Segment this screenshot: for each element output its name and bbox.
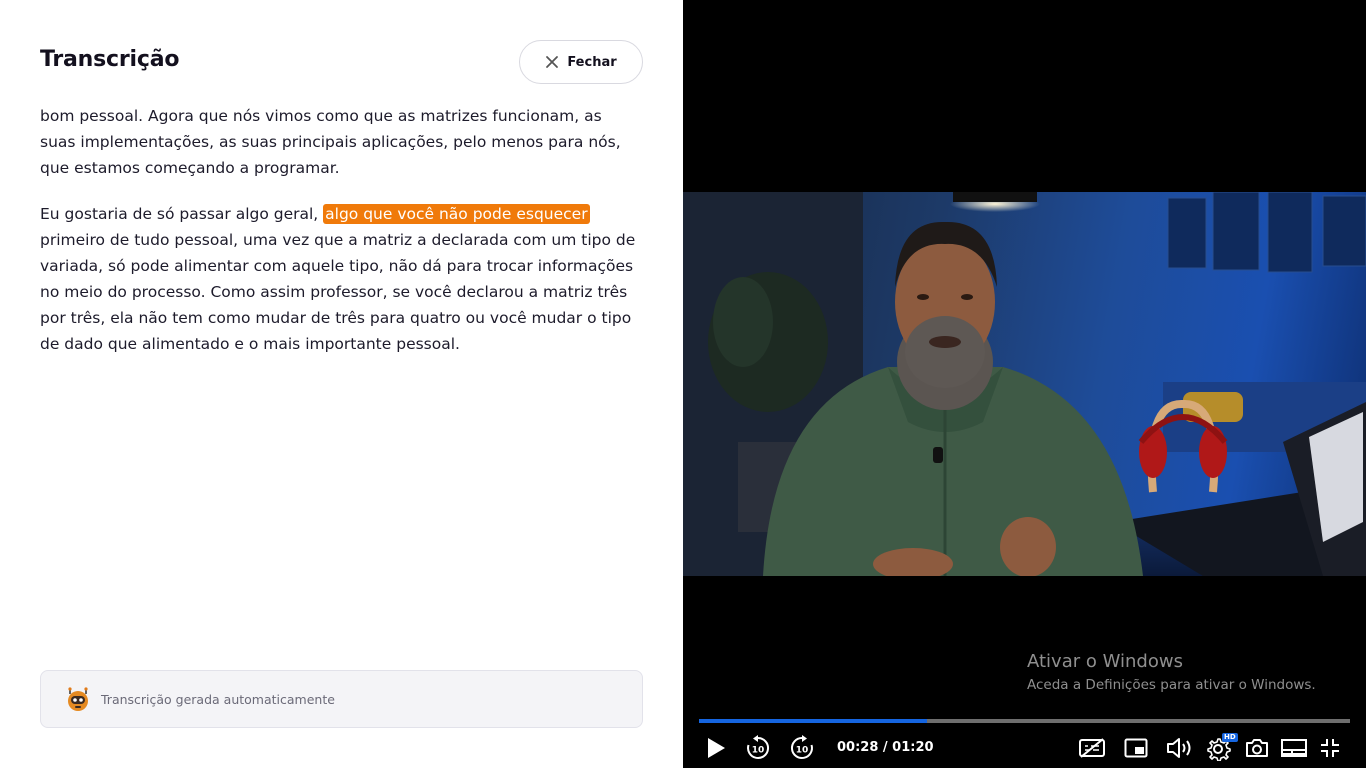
close-button[interactable]: Fechar (519, 40, 643, 84)
exit-fullscreen-button[interactable] (1317, 735, 1343, 761)
theater-mode-button[interactable] (1279, 735, 1309, 761)
hd-badge: HD (1222, 733, 1238, 742)
volume-icon (1165, 736, 1195, 760)
screenshot-button[interactable] (1244, 735, 1270, 761)
transcript-segment: Eu gostaria de só passar algo geral, (40, 205, 324, 223)
exit-fullscreen-icon (1319, 737, 1341, 759)
rewind-10-label: 10 (752, 746, 765, 756)
transcript-text: bom pessoal. Agora que nós vimos como qu… (40, 103, 640, 377)
transcript-paragraph: Eu gostaria de só passar algo geral, alg… (40, 201, 640, 357)
panel-title: Transcrição (40, 47, 180, 72)
theater-icon (1280, 737, 1308, 759)
video-player[interactable]: Ativar o Windows Aceda a Definições para… (683, 0, 1366, 768)
windows-activation-title: Ativar o Windows (1027, 651, 1183, 672)
pip-icon (1124, 738, 1148, 758)
settings-button[interactable]: HD (1205, 733, 1238, 761)
camera-icon (1244, 737, 1270, 759)
play-button[interactable] (703, 735, 729, 761)
play-icon (705, 736, 727, 760)
auto-generated-notice: Transcrição gerada automaticamente (40, 670, 643, 728)
current-phrase-highlight[interactable]: algo que você não pode esquecer (323, 204, 590, 224)
auto-note-text: Transcrição gerada automaticamente (101, 691, 335, 707)
captions-button[interactable] (1078, 735, 1106, 761)
transcript-segment: primeiro de tudo pessoal, uma vez que a … (40, 231, 636, 353)
close-icon (545, 55, 559, 69)
forward-10-button[interactable]: 10 (789, 735, 815, 761)
picture-in-picture-button[interactable] (1123, 735, 1149, 761)
transcript-panel: Transcrição Fechar bom pessoal. Agora qu… (0, 0, 683, 768)
forward-10-icon: 10 (789, 735, 815, 761)
robot-icon (65, 686, 91, 712)
forward-10-label: 10 (796, 746, 809, 756)
seek-bar-played (699, 719, 927, 723)
rewind-10-icon: 10 (745, 735, 771, 761)
rewind-10-button[interactable]: 10 (745, 735, 771, 761)
captions-off-icon (1078, 737, 1106, 759)
video-still (683, 192, 1366, 576)
windows-activation-subtitle: Aceda a Definições para ativar o Windows… (1027, 677, 1316, 693)
close-button-label: Fechar (567, 54, 617, 70)
transcript-paragraph: bom pessoal. Agora que nós vimos como qu… (40, 107, 621, 177)
seek-bar[interactable] (699, 719, 1350, 723)
volume-button[interactable] (1165, 735, 1195, 761)
player-controls: 10 10 00:28 / 01:20 HD (683, 731, 1366, 765)
time-readout: 00:28 / 01:20 (837, 740, 934, 755)
video-frame[interactable] (683, 192, 1366, 576)
settings-icon: HD (1205, 733, 1238, 761)
